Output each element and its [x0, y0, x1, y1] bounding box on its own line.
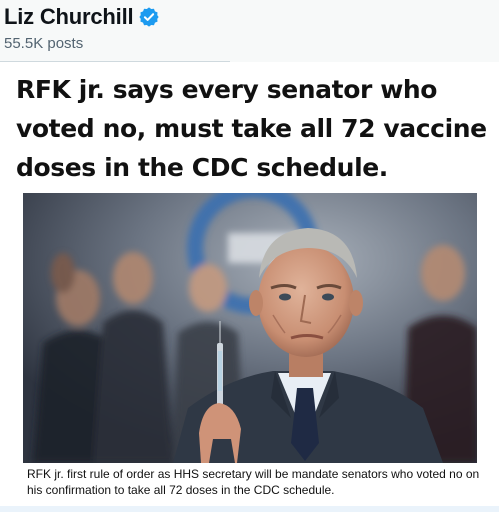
profile-header: Liz Churchill 55.5K posts	[0, 0, 499, 62]
header-divider	[0, 61, 230, 62]
name-row: Liz Churchill	[4, 2, 160, 32]
image-caption: RFK jr. first rule of order as HHS secre…	[27, 467, 480, 497]
verified-badge-icon	[138, 6, 160, 28]
bottom-strip	[0, 506, 499, 512]
post-image[interactable]	[23, 193, 477, 463]
post-headline: RFK jr. says every senator who voted no,…	[16, 75, 487, 182]
display-name[interactable]: Liz Churchill	[4, 2, 134, 32]
news-photo	[23, 193, 477, 463]
post-count: 55.5K posts	[4, 35, 84, 52]
